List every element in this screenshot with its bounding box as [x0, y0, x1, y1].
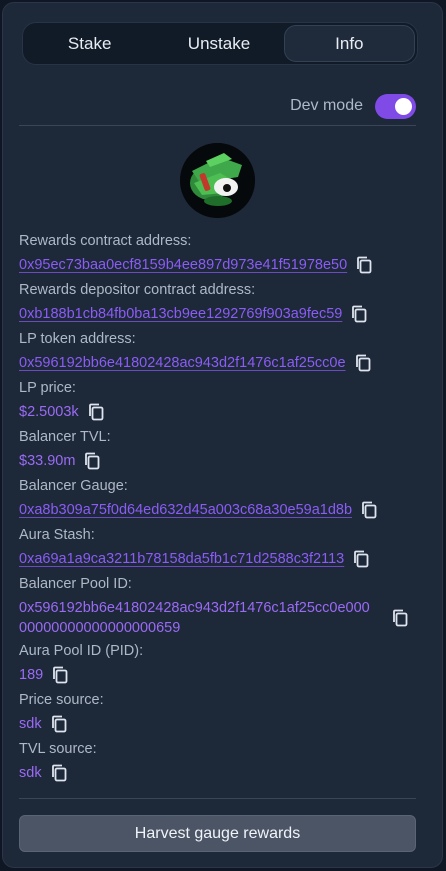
field-aura-pool-id: Aura Pool ID (PID): 189 [19, 642, 414, 685]
copy-icon[interactable] [51, 764, 67, 782]
field-balancer-tvl: Balancer TVL: $33.90m [19, 428, 414, 471]
copy-icon[interactable] [361, 501, 377, 519]
balancer-pool-id-value-line1: 0x596192bb6e41802428ac943d2f1476c1af25cc… [19, 600, 370, 616]
balancer-tvl-label: Balancer TVL: [19, 429, 111, 445]
rewards-contract-link[interactable]: 0x95ec73baa0ecf8159b4ee897d973e41f51978e… [19, 255, 347, 275]
aura-pool-id-value: 189 [19, 667, 44, 683]
copy-icon[interactable] [392, 609, 408, 627]
tab-info[interactable]: Info [283, 25, 415, 62]
tvl-source-label: TVL source: [19, 741, 97, 757]
tab-unstake[interactable]: Unstake [154, 25, 283, 62]
rewards-depositor-label: Rewards depositor contract address: [19, 282, 256, 298]
field-balancer-gauge: Balancer Gauge: 0xa8b309a75f0d64ed632d45… [19, 477, 414, 520]
rewards-depositor-link[interactable]: 0xb188b1cb84fb0ba13cb9ee1292769f903a9fec… [19, 304, 342, 324]
copy-icon[interactable] [51, 715, 67, 733]
balancer-tvl-value: $33.90m [19, 453, 76, 469]
field-aura-stash: Aura Stash: 0xa69a1a9ca3211b78158da5fb1c… [19, 526, 414, 569]
balancer-pool-id-value-line2: 00000000000000000659 [19, 620, 181, 636]
copy-icon[interactable] [84, 452, 100, 470]
field-tvl-source: TVL source: sdk [19, 740, 414, 783]
aura-stash-label: Aura Stash: [19, 527, 95, 543]
tab-bar: Stake Unstake Info [22, 22, 418, 65]
dev-mode-toggle[interactable] [375, 93, 416, 119]
tab-stake[interactable]: Stake [25, 25, 154, 62]
copy-icon[interactable] [351, 305, 367, 323]
price-source-value: sdk [19, 716, 42, 732]
field-balancer-pool-id: Balancer Pool ID: 0x596192bb6e41802428ac… [19, 575, 414, 638]
price-source-label: Price source: [19, 692, 104, 708]
field-rewards-contract: Rewards contract address: 0x95ec73baa0ec… [19, 232, 414, 275]
balancer-pool-id-label: Balancer Pool ID: [19, 576, 132, 592]
lp-price-value: $2.5003k [19, 404, 79, 420]
field-lp-token: LP token address: 0x596192bb6e41802428ac… [19, 330, 414, 373]
field-rewards-depositor: Rewards depositor contract address: 0xb1… [19, 281, 414, 324]
field-lp-price: LP price: $2.5003k [19, 379, 414, 422]
tvl-source-value: sdk [19, 765, 42, 781]
dev-mode-label: Dev mode [290, 97, 363, 114]
pepe-token-avatar [180, 143, 255, 218]
balancer-gauge-link[interactable]: 0xa8b309a75f0d64ed632d45a003c68a30e59a1d… [19, 500, 352, 520]
copy-icon[interactable] [356, 256, 372, 274]
rewards-contract-label: Rewards contract address: [19, 233, 192, 249]
aura-stash-link[interactable]: 0xa69a1a9ca3211b78158da5fb1c71d2588c3f21… [19, 549, 344, 569]
field-price-source: Price source: sdk [19, 691, 414, 734]
lp-price-label: LP price: [19, 380, 76, 396]
balancer-gauge-label: Balancer Gauge: [19, 478, 128, 494]
toggle-knob [395, 97, 412, 115]
lp-token-link[interactable]: 0x596192bb6e41802428ac943d2f1476c1af25cc… [19, 353, 346, 373]
copy-icon[interactable] [353, 550, 369, 568]
copy-icon[interactable] [355, 354, 371, 372]
copy-icon[interactable] [88, 403, 104, 421]
copy-icon[interactable] [52, 666, 68, 684]
divider-bottom [19, 798, 416, 799]
aura-pool-id-label: Aura Pool ID (PID): [19, 643, 144, 659]
lp-token-label: LP token address: [19, 331, 136, 347]
divider-top [19, 125, 416, 126]
harvest-gauge-rewards-button[interactable]: Harvest gauge rewards [19, 815, 416, 852]
dev-mode-control: Dev mode [290, 92, 416, 120]
